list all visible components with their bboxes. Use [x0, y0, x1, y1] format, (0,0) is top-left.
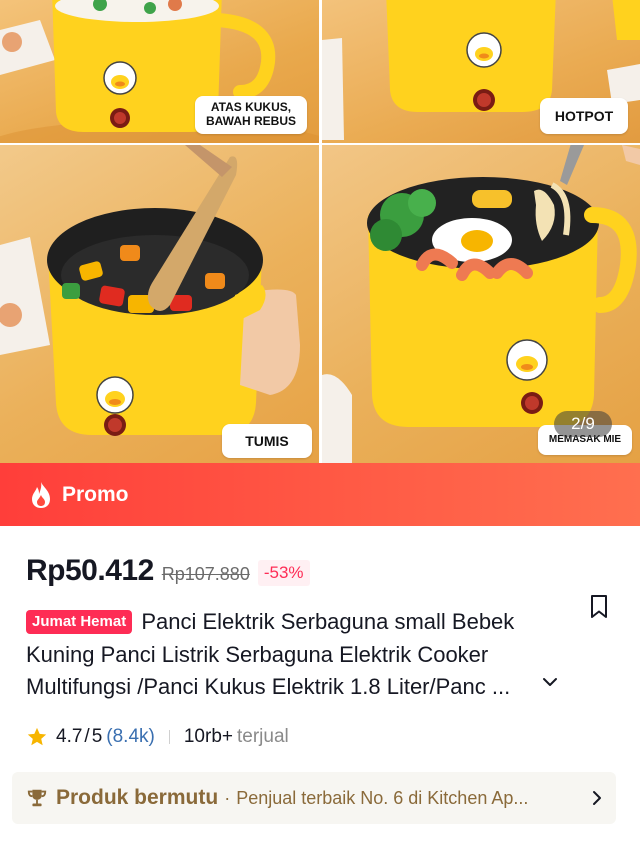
price-row: Rp50.412 Rp107.880 -53%: [26, 554, 310, 588]
promo-label: Promo: [62, 482, 129, 506]
gallery-image-steam[interactable]: ATAS KUKUS, BAWAH REBUS: [0, 0, 319, 143]
quality-banner[interactable]: Produk bermutu · Penjual terbaik No. 6 d…: [12, 772, 616, 824]
review-count[interactable]: (8.4k): [106, 726, 155, 748]
chevron-down-icon: [543, 678, 557, 686]
trophy-icon: [27, 789, 47, 807]
star-icon: [27, 727, 47, 746]
rating-value: 4.7/5: [56, 726, 103, 747]
promo-banner[interactable]: Promo: [0, 463, 640, 526]
image-counter: 2/9: [554, 411, 612, 437]
divider: [168, 730, 170, 744]
quality-title: Produk bermutu: [56, 786, 219, 809]
sold-label: terjual: [236, 726, 289, 747]
current-price: Rp50.412: [26, 554, 154, 587]
label-steam: ATAS KUKUS, BAWAH REBUS: [195, 96, 307, 134]
gallery-image-stirfry[interactable]: TUMIS: [0, 145, 319, 463]
product-image-gallery[interactable]: ATAS KUKUS, BAWAH REBUS HOTPOT TUMIS MEM…: [0, 0, 640, 463]
expand-title-button[interactable]: [540, 672, 560, 692]
label-hotpot: HOTPOT: [540, 98, 628, 134]
quality-separator: ·: [224, 787, 231, 808]
discount-badge: -53%: [257, 560, 310, 586]
label-stirfry: TUMIS: [222, 424, 312, 458]
promo-tag: Jumat Hemat: [26, 610, 133, 634]
original-price: Rp107.880: [161, 564, 250, 584]
bookmark-icon: [591, 595, 607, 618]
quality-description: Penjual terbaik No. 6 di Kitchen Ap...: [236, 787, 529, 808]
rating-row[interactable]: 4.7/5 (8.4k) 10rb+ terjual: [26, 726, 289, 748]
fire-icon: [32, 481, 50, 508]
bookmark-button[interactable]: [588, 594, 610, 620]
sold-count: 10rb+: [183, 726, 233, 747]
stirfry-illustration: [0, 145, 300, 436]
gallery-image-hotpot[interactable]: HOTPOT: [322, 0, 640, 143]
product-info: Rp50.412 Rp107.880 -53% Jumat Hemat Panc…: [0, 526, 640, 853]
chevron-right-icon: [593, 791, 601, 805]
product-title[interactable]: Jumat Hemat Panci Elektrik Serbaguna sma…: [26, 606, 556, 704]
